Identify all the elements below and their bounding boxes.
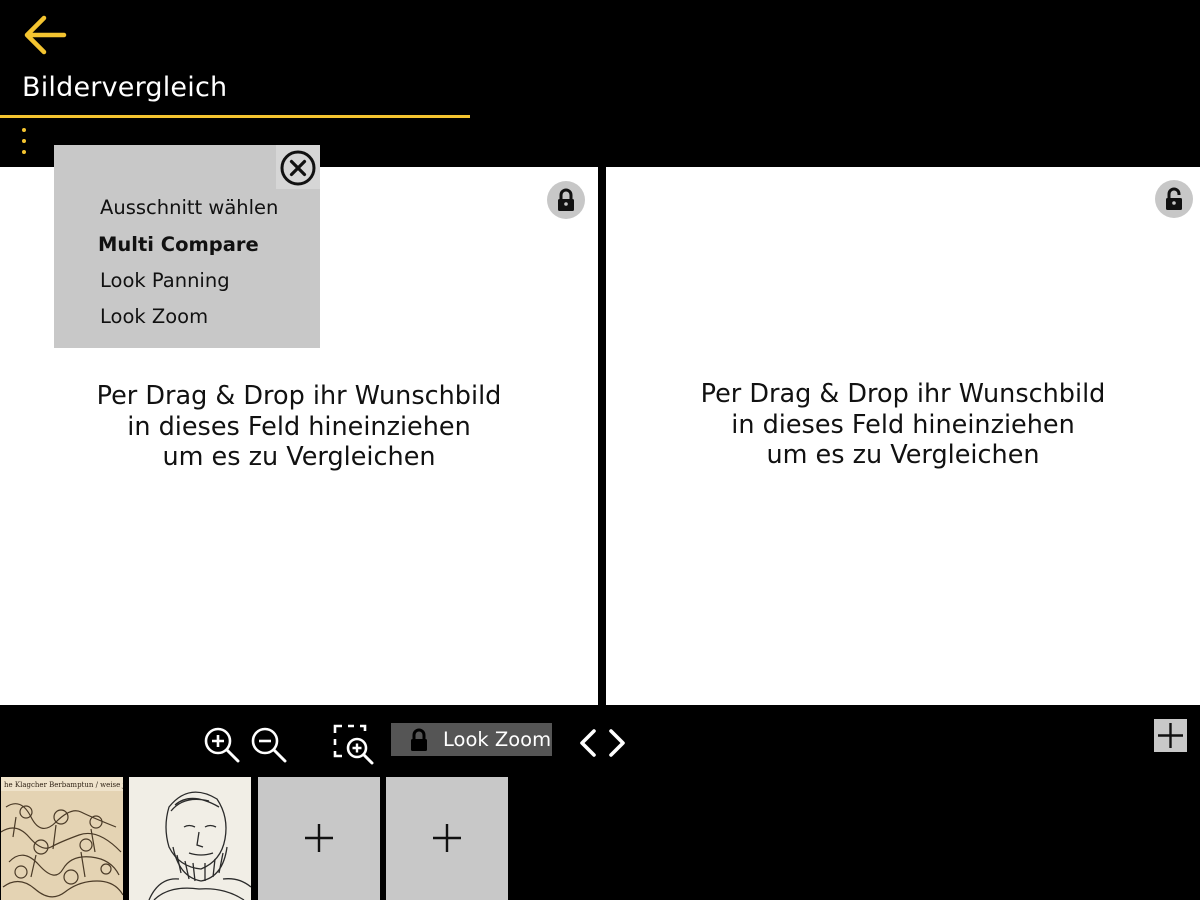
look-zoom-toggle[interactable]: Look Zoom <box>391 723 552 756</box>
zoom-out-button[interactable] <box>250 726 288 768</box>
drop-line: in dieses Feld hineinziehen <box>127 411 471 442</box>
menu-item-look-panning[interactable]: Look Panning <box>100 269 230 292</box>
compare-panel-right[interactable]: Per Drag & Drop ihr Wunschbild in dieses… <box>606 167 1200 705</box>
close-circle-icon <box>280 150 316 186</box>
add-image-slot[interactable] <box>386 777 508 900</box>
plus-icon <box>305 824 333 852</box>
previous-button[interactable] <box>578 728 598 762</box>
arrow-left-icon <box>24 15 67 55</box>
thumbnail-image[interactable] <box>129 777 251 900</box>
drop-instructions: Per Drag & Drop ihr Wunschbild in dieses… <box>0 381 598 473</box>
add-image-slot[interactable] <box>258 777 380 900</box>
menu-item-ausschnitt[interactable]: Ausschnitt wählen <box>100 196 278 219</box>
zoom-out-icon <box>251 727 287 763</box>
region-zoom-icon <box>333 724 374 765</box>
lock-icon <box>411 728 427 751</box>
drop-instructions: Per Drag & Drop ihr Wunschbild in dieses… <box>606 379 1200 471</box>
chevron-right-icon <box>609 729 625 757</box>
zoom-in-icon <box>204 727 240 763</box>
woodcut-portrait-thumbnail <box>129 777 251 900</box>
options-menu: Ausschnitt wählen Multi Compare Look Pan… <box>54 145 320 348</box>
thumbnail-image[interactable]: he Klagcher Berbamptun / weise jammer kr… <box>1 777 123 900</box>
look-zoom-label: Look Zoom <box>443 728 552 751</box>
back-button[interactable] <box>22 14 68 56</box>
page-title: Bildervergleich <box>22 72 228 103</box>
chevron-left-icon <box>580 729 596 757</box>
plus-icon <box>433 824 461 852</box>
drop-line: um es zu Vergleichen <box>766 440 1040 470</box>
menu-item-multi-compare[interactable]: Multi Compare <box>98 233 259 256</box>
next-button[interactable] <box>607 728 627 762</box>
zoom-in-button[interactable] <box>203 726 241 768</box>
menu-close-button[interactable] <box>276 145 320 189</box>
add-panel-button[interactable] <box>1154 719 1187 752</box>
lock-toggle-right[interactable] <box>1155 180 1193 218</box>
drop-line: in dieses Feld hineinziehen <box>731 409 1075 440</box>
kebab-menu-icon[interactable] <box>16 128 32 160</box>
lock-toggle-left[interactable] <box>547 181 585 219</box>
drop-line: um es zu Vergleichen <box>162 442 436 472</box>
lock-icon <box>558 188 574 211</box>
unlock-icon <box>1166 187 1182 210</box>
drop-line: Per Drag & Drop ihr Wunschbild <box>700 379 1106 409</box>
thumbnail-caption: he Klagcher Berbamptun / weise jammer kr… <box>4 781 123 789</box>
title-underline <box>0 115 470 118</box>
region-zoom-button[interactable] <box>333 724 375 770</box>
woodcut-crowd-thumbnail: he Klagcher Berbamptun / weise jammer kr… <box>1 777 123 900</box>
drop-line: Per Drag & Drop ihr Wunschbild <box>96 381 502 411</box>
menu-item-look-zoom[interactable]: Look Zoom <box>100 305 208 328</box>
plus-icon <box>1158 723 1183 748</box>
